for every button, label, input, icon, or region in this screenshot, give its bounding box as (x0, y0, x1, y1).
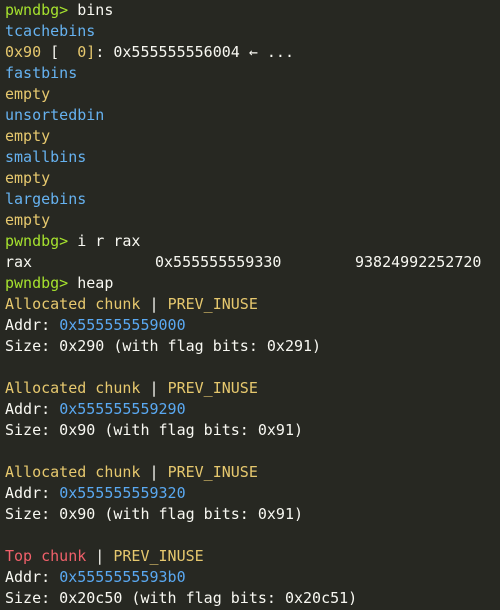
chunk-type: Allocated chunk (5, 463, 141, 481)
command-text: bins (68, 1, 114, 19)
chunk-size: Size: 0x90 (with flag bits: 0x91) (5, 505, 304, 523)
chunk-type: Allocated chunk (5, 379, 141, 397)
chunk-separator: | (86, 547, 114, 565)
chunk-addr: Addr: 0x5555555593b0 (5, 567, 500, 588)
tcachebins-label: tcachebins (5, 22, 96, 40)
chunk-flag: PREV_INUSE (167, 295, 258, 313)
chunk-type: Top chunk (5, 547, 87, 565)
largebins-label: largebins (5, 190, 87, 208)
chunk-flag: PREV_INUSE (167, 379, 258, 397)
tcache-arrow: ← ... (239, 43, 294, 61)
chunk-addr-value: 0x5555555593b0 (59, 568, 186, 586)
terminal-output: pwndbg> bins tcachebins 0x90 [ 0]: 0x555… (5, 0, 500, 609)
chunk-separator: | (140, 295, 168, 313)
chunk-addr: Addr: 0x555555559320 (5, 483, 500, 504)
fastbins-label: fastbins (5, 64, 78, 82)
chunk-size: Size: 0x90 (with flag bits: 0x91) (5, 421, 304, 439)
command-text: heap (68, 274, 114, 292)
tcache-size: 0x90 (5, 43, 42, 61)
chunk-flag: PREV_INUSE (113, 547, 204, 565)
chunk-addr: Addr: 0x555555559290 (5, 399, 500, 420)
chunk-flag: PREV_INUSE (167, 463, 258, 481)
largebins-value: empty (5, 211, 51, 229)
chunk-addr-value: 0x555555559290 (59, 400, 186, 418)
command-line: pwndbg> heap (5, 273, 500, 294)
command-text: i r rax (68, 232, 141, 250)
command-line: pwndbg> bins (5, 0, 500, 21)
unsortedbin-value: empty (5, 127, 51, 145)
tcache-pointer: : 0x555555556004 (95, 43, 240, 61)
chunk-addr-value: 0x555555559000 (59, 316, 186, 334)
smallbins-label: smallbins (5, 148, 87, 166)
top-chunk-header: Top chunk | PREV_INUSE (5, 546, 500, 567)
register-row: rax 0x555555559330 93824992252720 (5, 252, 500, 273)
chunk-header: Allocated chunk | PREV_INUSE (5, 462, 500, 483)
register-hex: 0x555555559330 (155, 253, 282, 271)
unsortedbin-label: unsortedbin (5, 106, 105, 124)
chunk-header: Allocated chunk | PREV_INUSE (5, 378, 500, 399)
chunk-separator: | (140, 463, 168, 481)
command-line: pwndbg> i r rax (5, 231, 500, 252)
chunk-separator: | (140, 379, 168, 397)
fastbins-value: empty (5, 85, 51, 103)
tcache-entry: 0x90 [ 0]: 0x555555556004 ← ... (5, 42, 500, 63)
chunk-size: Size: 0x20c50 (with flag bits: 0x20c51) (5, 589, 358, 607)
chunk-size: Size: 0x290 (with flag bits: 0x291) (5, 337, 322, 355)
tcache-count-open: [ (41, 43, 78, 61)
prompt: pwndbg> (5, 274, 69, 292)
register-decimal: 93824992252720 (355, 253, 482, 271)
smallbins-value: empty (5, 169, 51, 187)
chunk-addr-label: Addr: (5, 568, 60, 586)
prompt: pwndbg> (5, 232, 69, 250)
chunk-addr-label: Addr: (5, 484, 60, 502)
tcache-count: 0] (77, 43, 96, 61)
chunk-header: Allocated chunk | PREV_INUSE (5, 294, 500, 315)
chunk-addr-value: 0x555555559320 (59, 484, 186, 502)
chunk-addr: Addr: 0x555555559000 (5, 315, 500, 336)
chunk-addr-label: Addr: (5, 316, 60, 334)
register-name: rax (5, 253, 33, 271)
chunk-addr-label: Addr: (5, 400, 60, 418)
chunk-type: Allocated chunk (5, 295, 141, 313)
prompt: pwndbg> (5, 1, 69, 19)
